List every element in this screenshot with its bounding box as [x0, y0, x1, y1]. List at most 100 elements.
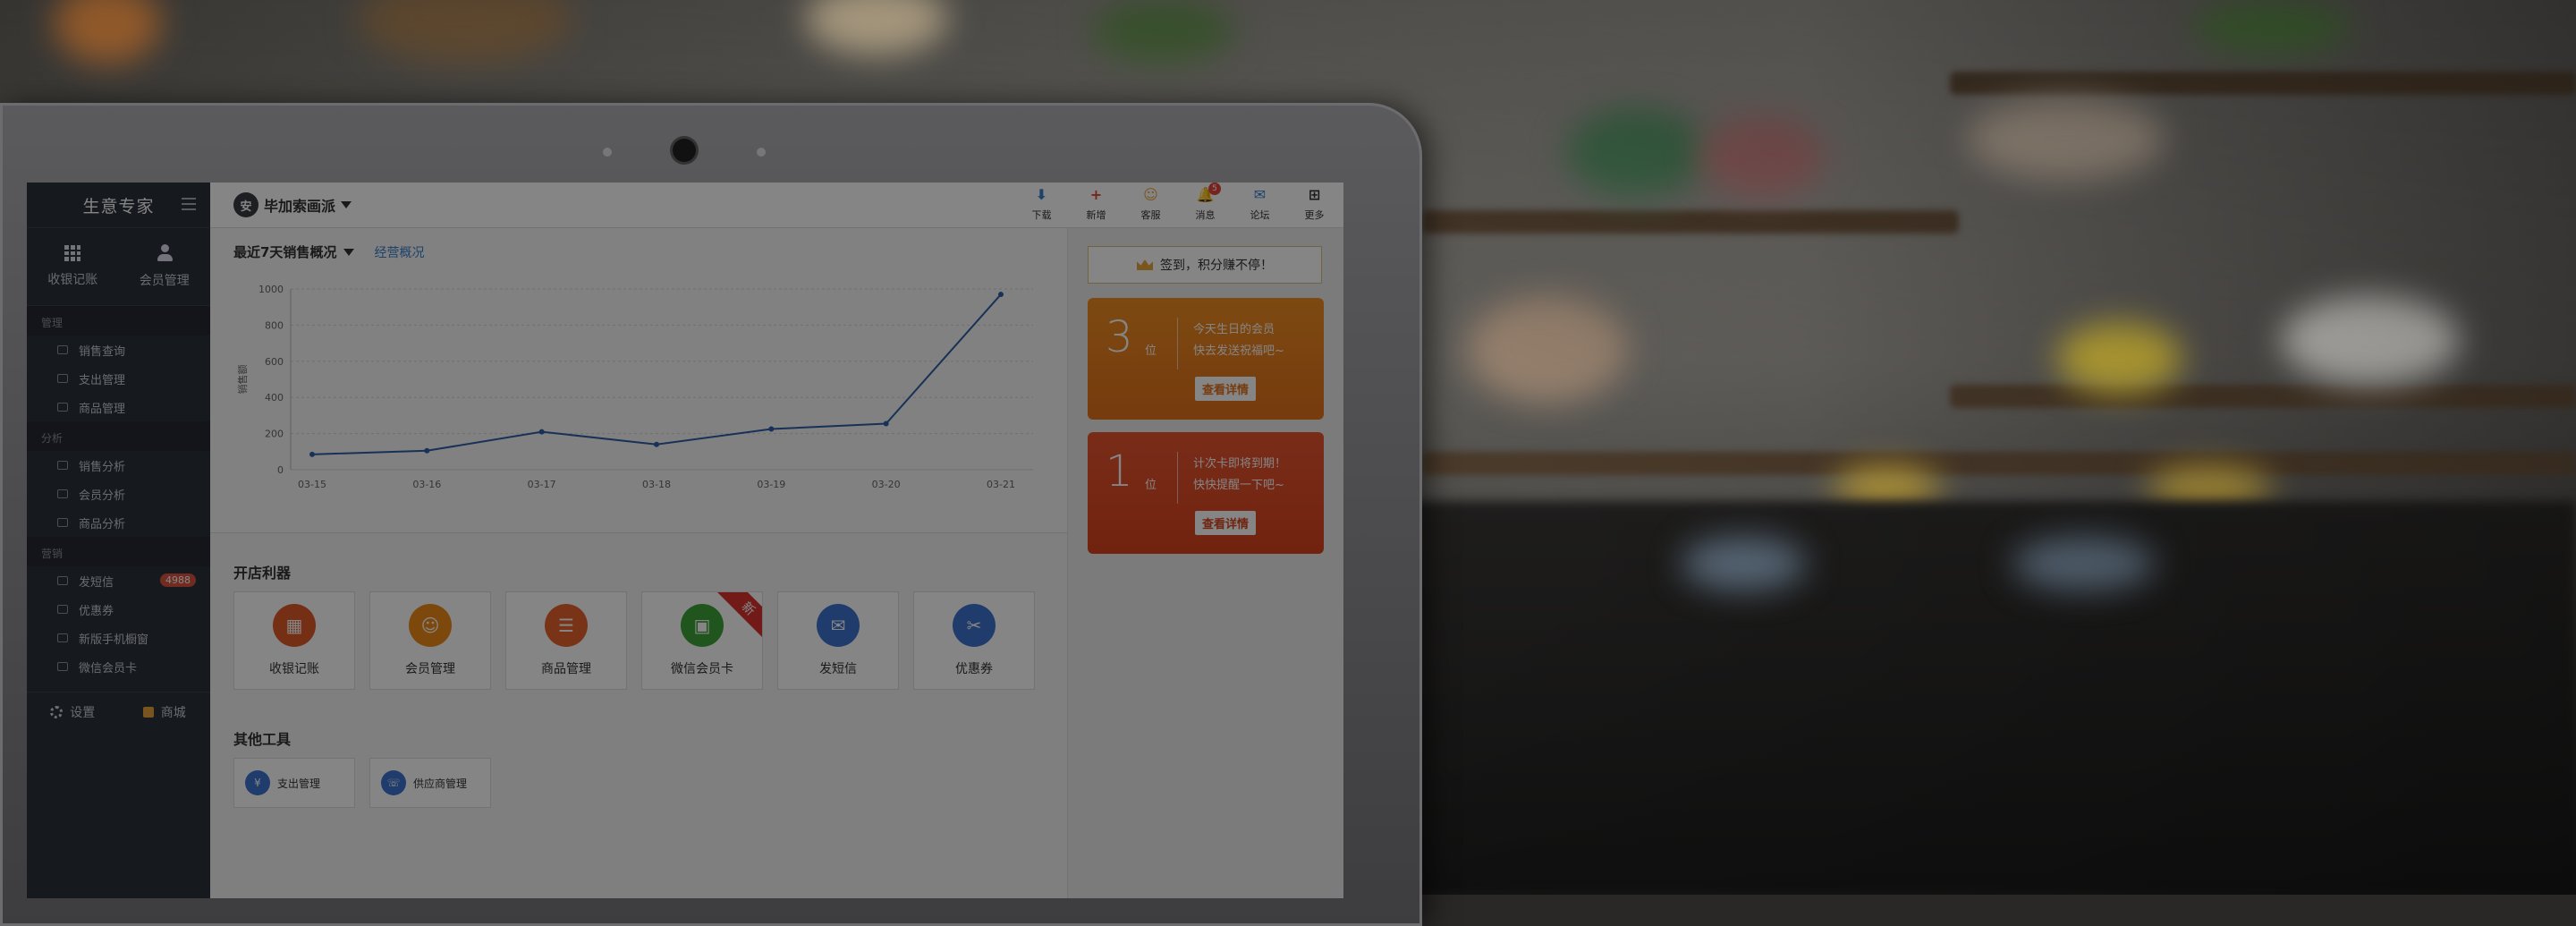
sidebar-item-label: 支出管理: [79, 373, 126, 387]
member-icon: ☺: [409, 604, 452, 647]
x-tick-label: 03-18: [642, 479, 671, 490]
settings-button[interactable]: 设置: [27, 703, 119, 721]
camera-icon: [673, 139, 696, 162]
tool-label: 微信会员卡: [671, 662, 733, 676]
toolbar-forum-button[interactable]: ✉ 论坛: [1240, 188, 1280, 222]
data-point: [654, 441, 659, 447]
sales-line-chart: 0 200 400 600 800 1000 销售额 03-15 03-16 03-17 03-18…: [236, 284, 1033, 490]
app-logo: 生意专家: [82, 196, 155, 217]
y-tick-label: 400: [265, 392, 284, 404]
promo-count: 1: [1106, 446, 1133, 497]
sidebar-item-wechat-card[interactable]: 微信会员卡: [27, 652, 210, 681]
promo-unit: 位: [1145, 479, 1157, 492]
goods-icon: ☰: [545, 604, 588, 647]
x-tick-label: 03-16: [412, 479, 441, 490]
bar-icon: [57, 518, 68, 527]
tool-label: 商品管理: [541, 662, 591, 676]
supplier-icon: ☏: [381, 770, 406, 795]
tool-label: 优惠券: [955, 662, 993, 676]
sidebar-item-label: 发短信: [79, 575, 114, 590]
overview-link[interactable]: 经营概况: [374, 243, 424, 261]
signin-button[interactable]: 签到，积分赚不停！: [1088, 246, 1322, 284]
other-tool-card[interactable]: ¥ 支出管理: [233, 758, 355, 808]
expense-icon: ¥: [245, 770, 270, 795]
signin-label: 签到，积分赚不停！: [1160, 259, 1273, 273]
toolbar: ⬇ 下载 + 新增 ☺ 客服 🔔 消息 5 ✉ 论坛 ⊞ 更多: [1021, 183, 1335, 222]
view-details-button[interactable]: 查看详情: [1195, 511, 1257, 535]
tool-label: 收银记账: [269, 662, 319, 676]
coupon-icon: [57, 605, 68, 614]
chevron-down-icon: [341, 201, 352, 208]
toolbar-label: 更多: [1304, 209, 1325, 221]
phone-icon: [57, 633, 68, 642]
y-tick-label: 0: [277, 464, 284, 476]
promo-line-1: 今天生日的会员: [1193, 323, 1275, 336]
x-tick-label: 03-19: [757, 479, 785, 490]
sidebar-item-member-analysis[interactable]: 会员分析: [27, 480, 210, 508]
tool-card[interactable]: ✉ 发短信: [777, 591, 899, 690]
sidebar-item-label: 微信会员卡: [79, 661, 138, 675]
promo-count: 3: [1106, 312, 1133, 362]
chart-title[interactable]: 最近7天销售概况: [233, 242, 336, 261]
toolbar-label: 论坛: [1250, 209, 1270, 221]
toolbar-label: 客服: [1140, 209, 1161, 221]
list-icon: [57, 403, 68, 412]
sidebar-item-label: 会员分析: [79, 488, 126, 503]
chevron-down-icon[interactable]: [343, 248, 355, 256]
tool-card[interactable]: ☰ 商品管理: [505, 591, 627, 690]
quick-cashier[interactable]: 收银记账: [27, 228, 119, 305]
person-icon: [156, 244, 174, 262]
sidebar-item-sms[interactable]: 发短信 4988: [27, 566, 210, 595]
store-avatar: 安: [233, 192, 258, 217]
quick-actions: 收银记账 会员管理: [27, 228, 210, 306]
sidebar-item-goods[interactable]: 商品管理: [27, 393, 210, 421]
x-tick-label: 03-17: [528, 479, 556, 490]
member-analysis-icon: [57, 489, 68, 498]
download-icon: ⬇: [1035, 186, 1048, 203]
toolbar-more-button[interactable]: ⊞ 更多: [1294, 188, 1335, 222]
gear-icon: [50, 706, 64, 718]
sales-chart-card: 最近7天销售概况 经营概况 0 200 400 600 800 1000 销售额 03-15 0…: [210, 228, 1067, 533]
tool-card[interactable]: ✂ 优惠券: [913, 591, 1035, 690]
series-line: [311, 293, 1002, 455]
sidebar-item-phone-window[interactable]: 新版手机橱窗: [27, 624, 210, 652]
sensor-dot: [757, 148, 766, 157]
hamburger-menu-icon[interactable]: [182, 198, 196, 210]
grid-icon: [64, 245, 81, 261]
store-switcher[interactable]: 安 毕加索画派: [233, 192, 352, 217]
sms-icon: [57, 576, 68, 585]
service-icon: ☺: [1143, 186, 1158, 203]
toolbar-download-button[interactable]: ⬇ 下载: [1021, 188, 1062, 222]
view-details-button[interactable]: 查看详情: [1195, 377, 1257, 401]
sidebar-item-sales-analysis[interactable]: 销售分析: [27, 451, 210, 480]
toolbar-bell-button[interactable]: 🔔 消息 5: [1185, 183, 1225, 222]
tool-card[interactable]: ▦ 收银记账: [233, 591, 355, 690]
quick-member[interactable]: 会员管理: [119, 228, 211, 305]
other-tools-grid: ¥ 支出管理 ☏ 供应商管理: [233, 758, 491, 808]
sidebar-item-label: 销售查询: [79, 344, 126, 359]
sidebar-item-sales-query[interactable]: 销售查询: [27, 336, 210, 364]
sidebar-footer: 设置 商城: [27, 692, 210, 732]
tool-label: 发短信: [819, 662, 857, 676]
sidebar-item-expense[interactable]: 支出管理: [27, 364, 210, 393]
toolbar-service-button[interactable]: ☺ 客服: [1131, 188, 1171, 222]
birthday-promo-card: 3 位 今天生日的会员 快去发送祝福吧~ 查看详情: [1088, 298, 1324, 420]
tools-section-title: 开店利器: [233, 565, 292, 582]
other-tool-card[interactable]: ☏ 供应商管理: [369, 758, 491, 808]
promo-divider: [1177, 452, 1178, 504]
tool-card[interactable]: ☺ 会员管理: [369, 591, 491, 690]
sidebar-item-goods-analysis[interactable]: 商品分析: [27, 508, 210, 537]
toolbar-add-button[interactable]: + 新增: [1076, 188, 1116, 222]
sidebar: 生意专家 收银记账 会员管理 管理 销售查询 支出管理 商品管理 分析 销售分析…: [27, 183, 210, 898]
data-point: [538, 429, 545, 435]
cashier-icon: ▦: [273, 604, 316, 647]
y-axis-label: 销售额: [236, 365, 249, 395]
data-point: [998, 292, 1004, 298]
crown-icon: [1137, 259, 1153, 270]
sidebar-item-coupon[interactable]: 优惠券: [27, 595, 210, 624]
sensor-dot: [603, 148, 612, 157]
other-tools-title: 其他工具: [233, 731, 292, 748]
mall-button[interactable]: 商城: [119, 703, 211, 721]
toolbar-label: 新增: [1086, 209, 1106, 221]
tool-card[interactable]: ▣ 微信会员卡新: [641, 591, 763, 690]
